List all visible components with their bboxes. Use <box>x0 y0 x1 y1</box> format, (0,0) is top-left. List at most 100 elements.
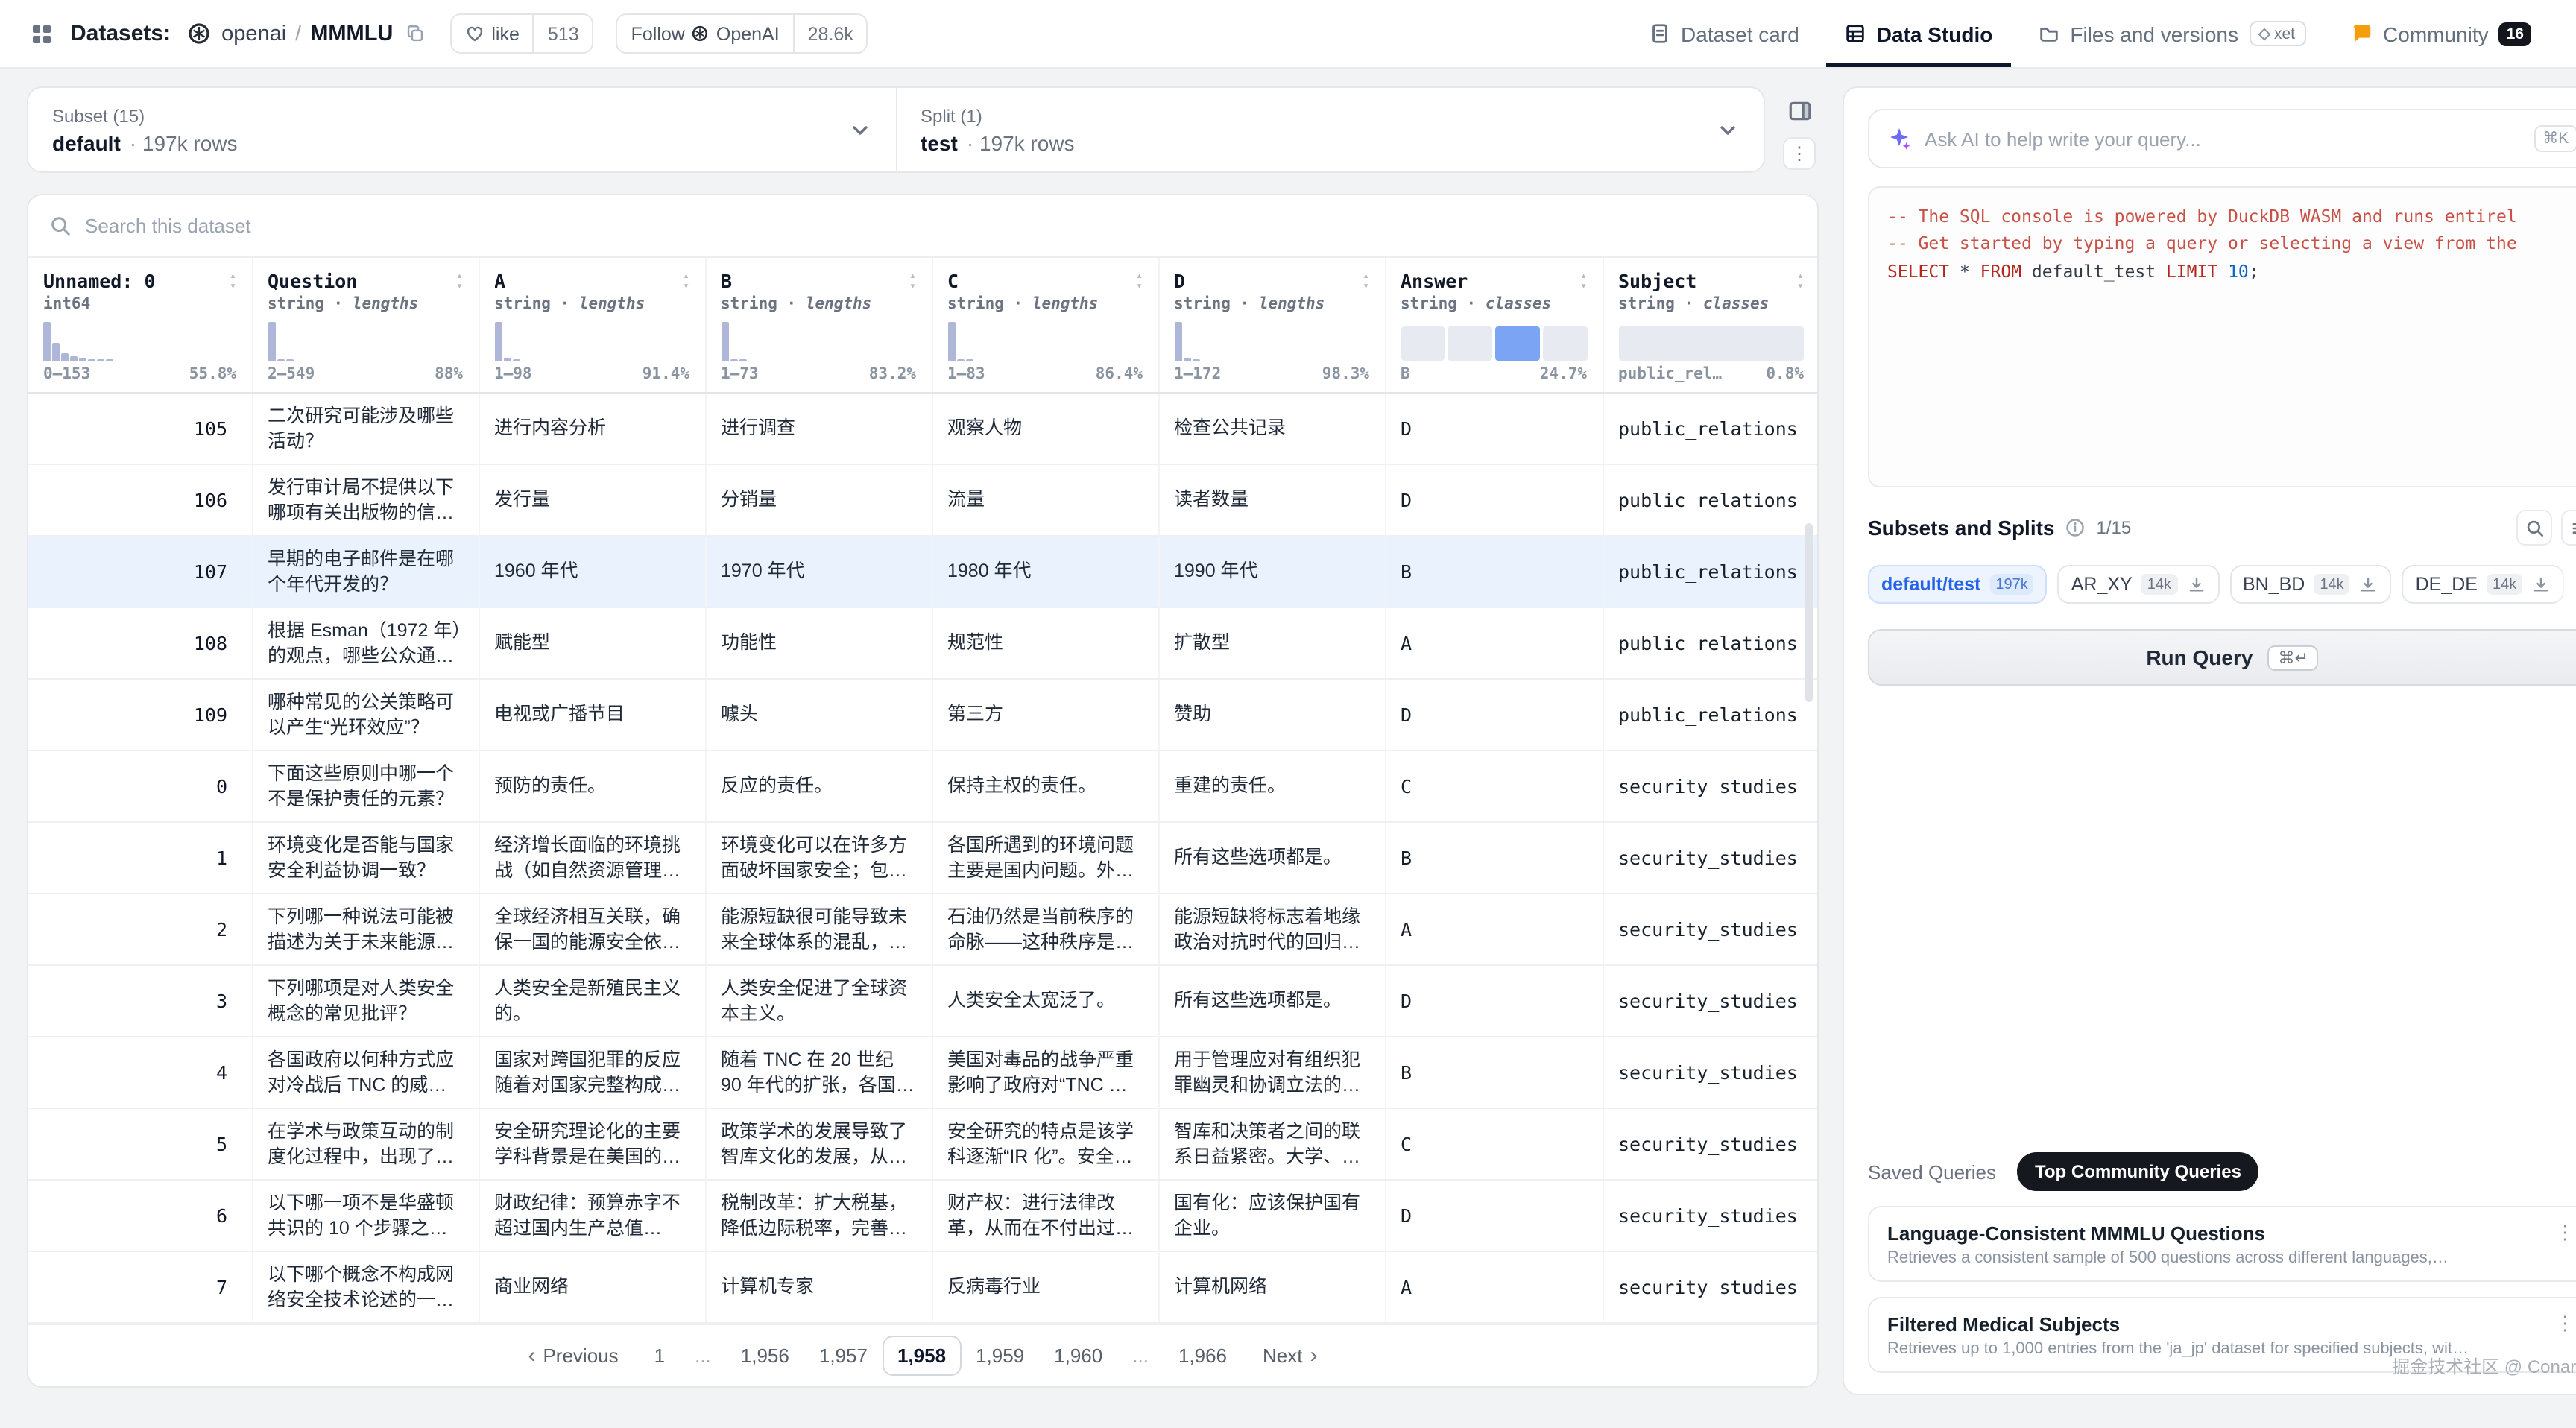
cell-c[interactable]: 美国对毒品的战争严重影响了政府对“TNC 现象… <box>932 1037 1158 1108</box>
cell-b[interactable]: 反应的责任。 <box>705 751 932 822</box>
sort-icon[interactable]: ▴▾ <box>224 271 236 291</box>
cell-question[interactable]: 发行审计局不提供以下哪项有关出版物的信息？ <box>252 464 479 536</box>
cell-subject[interactable]: public_relations <box>1603 464 1819 536</box>
cell-subject[interactable]: public_relations <box>1603 607 1819 679</box>
ask-ai-input[interactable] <box>1925 127 2520 150</box>
cell-a[interactable]: 1960 年代 <box>479 536 705 607</box>
page-button-1[interactable]: 1 <box>640 1336 680 1376</box>
cell-row-index[interactable]: 108 <box>28 607 252 679</box>
column-header-b[interactable]: B▴▾string · lengths1–7383.2% <box>705 258 932 393</box>
cell-row-index[interactable]: 3 <box>28 965 252 1037</box>
cell-a[interactable]: 人类安全是新殖民主义的。 <box>479 965 705 1037</box>
cell-b[interactable]: 噱头 <box>705 679 932 751</box>
sort-icon[interactable]: ▴▾ <box>1130 271 1143 291</box>
cell-answer[interactable]: B <box>1385 822 1603 894</box>
cell-subject[interactable]: security_studies <box>1603 1180 1819 1251</box>
cell-question[interactable]: 哪种常见的公关策略可以产生“光环效应”？ <box>252 679 479 751</box>
tab-top-community-queries[interactable]: Top Community Queries <box>2017 1152 2259 1191</box>
table-row[interactable]: 3下列哪项是对人类安全概念的常见批评？人类安全是新殖民主义的。人类安全促进了全球… <box>28 965 1819 1037</box>
cell-question[interactable]: 下列哪一种说法可能被描述为关于未来能源安全… <box>252 894 479 965</box>
column-header-subject[interactable]: Subject▴▾string · classespublic_rel…0.8% <box>1603 258 1819 393</box>
cell-row-index[interactable]: 4 <box>28 1037 252 1108</box>
cell-answer[interactable]: C <box>1385 751 1603 822</box>
cell-c[interactable]: 财产权：进行法律改革，从而在不付出过高代价… <box>932 1180 1158 1251</box>
cell-b[interactable]: 功能性 <box>705 607 932 679</box>
page-button-1959[interactable]: 1,959 <box>961 1336 1039 1376</box>
download-icon[interactable] <box>2359 575 2378 594</box>
cell-subject[interactable]: security_studies <box>1603 1251 1819 1323</box>
table-row[interactable]: 5在学术与政策互动的制度化过程中，出现了哪些…安全研究理论化的主要学科背景是在美… <box>28 1108 1819 1180</box>
column-header-unnamed-0[interactable]: Unnamed: 0▴▾int640–15355.8% <box>28 258 252 393</box>
cell-subject[interactable]: security_studies <box>1603 822 1819 894</box>
run-query-button[interactable]: Run Query ⌘↵ <box>1868 629 2576 686</box>
page-button-1957[interactable]: 1,957 <box>804 1336 883 1376</box>
cell-answer[interactable]: D <box>1385 464 1603 536</box>
cell-b[interactable]: 环境变化可以在许多方面破坏国家安全；包括削… <box>705 822 932 894</box>
cell-answer[interactable]: D <box>1385 679 1603 751</box>
cell-a[interactable]: 商业网络 <box>479 1251 705 1323</box>
cell-c[interactable]: 规范性 <box>932 607 1158 679</box>
cell-a[interactable]: 发行量 <box>479 464 705 536</box>
cell-a[interactable]: 经济增长面临的环境挑战（如自然资源管理和就… <box>479 822 705 894</box>
like-button[interactable]: like 513 <box>449 13 593 54</box>
cell-question[interactable]: 根据 Esman（1972 年）的观点，哪些公众通过… <box>252 607 479 679</box>
sort-icon[interactable]: ▴▾ <box>1791 271 1804 291</box>
chips-scroll-right-button[interactable] <box>2552 560 2576 608</box>
cell-d[interactable]: 智库和决策者之间的联系日益紧密。大学、智库… <box>1158 1108 1385 1180</box>
table-row[interactable]: 2下列哪一种说法可能被描述为关于未来能源安全…全球经济相互关联，确保一国的能源安… <box>28 894 1819 965</box>
cell-question[interactable]: 早期的电子邮件是在哪个年代开发的？ <box>252 536 479 607</box>
cell-subject[interactable]: security_studies <box>1603 751 1819 822</box>
cell-question[interactable]: 在学术与政策互动的制度化过程中，出现了哪些… <box>252 1108 479 1180</box>
cell-d[interactable]: 扩散型 <box>1158 607 1385 679</box>
cell-d[interactable]: 1990 年代 <box>1158 536 1385 607</box>
previous-page-button[interactable]: ‹Previous <box>513 1345 633 1367</box>
tab-saved-queries[interactable]: Saved Queries <box>1868 1160 1996 1183</box>
sort-icon[interactable]: ▴▾ <box>903 271 916 291</box>
cell-a[interactable]: 全球经济相互关联，确保一国的能源安全依赖于… <box>479 894 705 965</box>
cell-row-index[interactable]: 2 <box>28 894 252 965</box>
subset-list-button[interactable] <box>2561 510 2576 546</box>
download-icon[interactable] <box>2531 575 2551 594</box>
table-row[interactable]: 106发行审计局不提供以下哪项有关出版物的信息？发行量分销量流量读者数量Dpub… <box>28 464 1819 536</box>
subset-chip-de-de[interactable]: DE_DE14k <box>2402 565 2565 604</box>
cell-d[interactable]: 读者数量 <box>1158 464 1385 536</box>
sql-editor[interactable]: -- The SQL console is powered by DuckDB … <box>1868 186 2576 487</box>
info-icon[interactable] <box>2065 517 2086 538</box>
cell-row-index[interactable]: 105 <box>28 393 252 464</box>
cell-a[interactable]: 国家对跨国犯罪的反应随着对国家完整构成的威… <box>479 1037 705 1108</box>
kebab-icon[interactable]: ⋮ <box>2552 1312 2576 1336</box>
download-icon[interactable] <box>2186 575 2206 594</box>
copy-icon[interactable] <box>402 21 427 46</box>
org-link[interactable]: openai <box>221 22 286 45</box>
cell-answer[interactable]: C <box>1385 1108 1603 1180</box>
table-row[interactable]: 7以下哪个概念不构成网络安全技术论述的一部分？商业网络计算机专家反病毒行业计算机… <box>28 1251 1819 1323</box>
sort-icon[interactable]: ▴▾ <box>1357 271 1369 291</box>
cell-answer[interactable]: B <box>1385 536 1603 607</box>
table-scrollbar[interactable] <box>1805 523 1813 702</box>
cell-row-index[interactable]: 1 <box>28 822 252 894</box>
cell-c[interactable]: 安全研究的特点是该学科逐渐“IR 化”。安全研… <box>932 1108 1158 1180</box>
cell-b[interactable]: 计算机专家 <box>705 1251 932 1323</box>
cell-a[interactable]: 安全研究理论化的主要学科背景是在美国的政… <box>479 1108 705 1180</box>
cell-d[interactable]: 检查公共记录 <box>1158 393 1385 464</box>
cell-row-index[interactable]: 7 <box>28 1251 252 1323</box>
cell-d[interactable]: 赞助 <box>1158 679 1385 751</box>
tab-community[interactable]: Community16 <box>2332 0 2549 67</box>
cell-subject[interactable]: public_relations <box>1603 393 1819 464</box>
cell-d[interactable]: 计算机网络 <box>1158 1251 1385 1323</box>
layout-toggle-icon[interactable] <box>1784 95 1815 127</box>
tab-data-studio[interactable]: Data Studio <box>1826 0 2011 67</box>
table-row[interactable]: 6以下哪一项不是华盛顿共识的 10 个步骤之一？财政纪律：预算赤字不超过国内生产… <box>28 1180 1819 1251</box>
cell-answer[interactable]: D <box>1385 1180 1603 1251</box>
sort-icon[interactable]: ▴▾ <box>677 271 689 291</box>
cell-question[interactable]: 二次研究可能涉及哪些活动？ <box>252 393 479 464</box>
sort-icon[interactable]: ▴▾ <box>450 271 463 291</box>
subset-search-button[interactable] <box>2516 510 2552 546</box>
cell-c[interactable]: 流量 <box>932 464 1158 536</box>
cell-d[interactable]: 用于管理应对有组织犯罪幽灵和协调立法的规范… <box>1158 1037 1385 1108</box>
cell-d[interactable]: 所有这些选项都是。 <box>1158 822 1385 894</box>
kebab-icon[interactable]: ⋮ <box>2552 1221 2576 1245</box>
cell-a[interactable]: 预防的责任。 <box>479 751 705 822</box>
split-selector[interactable]: Split (1) test197k rows <box>895 88 1764 171</box>
cell-b[interactable]: 随着 TNC 在 20 世纪 90 年代的扩张，各国… <box>705 1037 932 1108</box>
